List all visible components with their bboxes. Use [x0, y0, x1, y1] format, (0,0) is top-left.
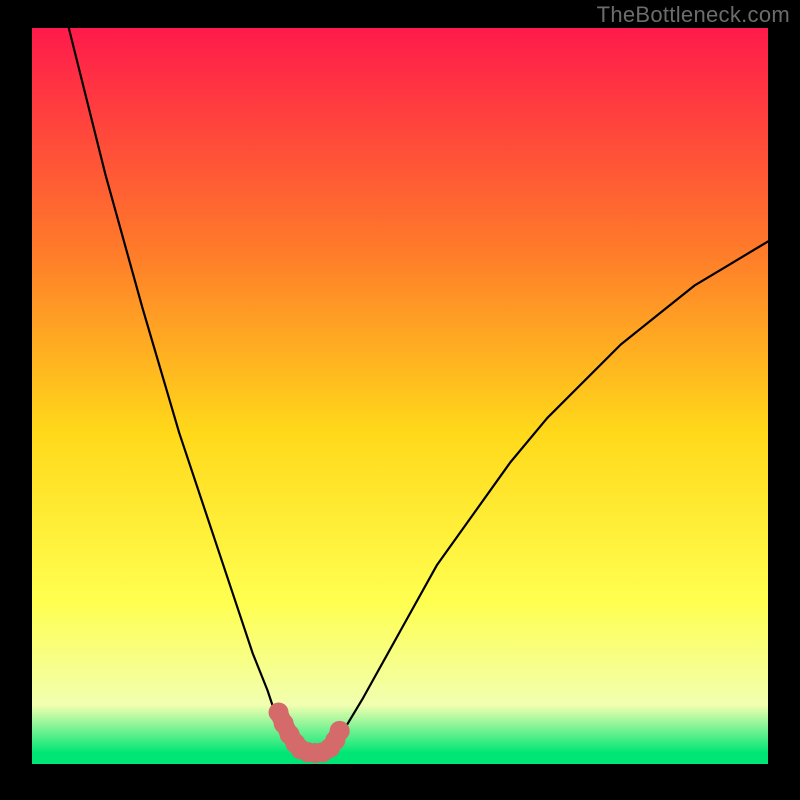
marker-dot: [330, 721, 350, 741]
plot-area: [32, 28, 768, 764]
gradient-background: [32, 28, 768, 764]
chart-frame: TheBottleneck.com: [0, 0, 800, 800]
chart-svg: [32, 28, 768, 764]
watermark-text: TheBottleneck.com: [597, 2, 790, 28]
